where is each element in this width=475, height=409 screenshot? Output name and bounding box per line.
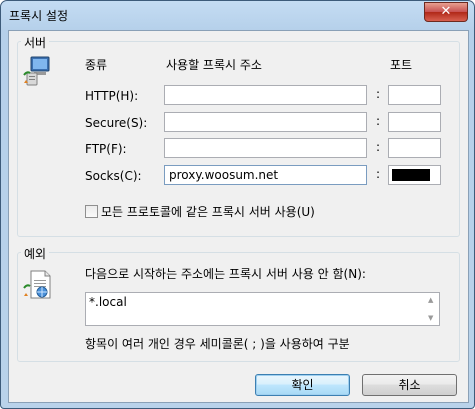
ftp-label: FTP(F):: [85, 142, 127, 156]
socks-address-input[interactable]: proxy.woosum.net: [164, 165, 367, 185]
port-header: 포트: [390, 58, 413, 72]
proxy-settings-window: 프록시 설정 ✕ 서버 종류 사용할 프록시 주소 포트 HTTP(H): : …: [0, 0, 475, 409]
document-globe-icon: [23, 270, 51, 299]
same-proxy-label[interactable]: 모든 프로토콜에 같은 프록시 서버 사용(U): [101, 203, 315, 220]
ftp-port-input[interactable]: [388, 138, 441, 158]
ok-button[interactable]: 확인: [255, 374, 350, 396]
window-title: 프록시 설정: [9, 9, 69, 23]
scroll-down-icon[interactable]: ▼: [428, 314, 433, 322]
secure-colon: :: [376, 114, 381, 128]
close-button[interactable]: ✕: [424, 2, 468, 22]
exceptions-instruction: 다음으로 시작하는 주소에는 프록시 서버 사용 안 함(N):: [85, 267, 366, 281]
cancel-button[interactable]: 취소: [362, 374, 457, 396]
servers-legend: 서버: [21, 34, 50, 51]
exceptions-textarea[interactable]: *.local ▲ ▼: [85, 292, 440, 326]
secure-label: Secure(S):: [85, 116, 148, 130]
http-address-input[interactable]: [164, 85, 367, 105]
exceptions-value: *.local: [89, 295, 127, 309]
same-proxy-checkbox[interactable]: [85, 205, 98, 218]
socks-port-input[interactable]: [388, 165, 441, 185]
http-label: HTTP(H):: [85, 89, 139, 103]
ftp-address-input[interactable]: [164, 138, 367, 158]
secure-address-input[interactable]: [164, 112, 367, 132]
secure-port-input[interactable]: [388, 112, 441, 132]
socks-label: Socks(C):: [85, 169, 142, 183]
http-colon: :: [376, 87, 381, 101]
socks-port-value: [392, 169, 430, 181]
socks-colon: :: [376, 167, 381, 181]
close-icon: ✕: [440, 4, 452, 19]
network-computer-icon: [23, 56, 50, 86]
dialog-client: 서버 종류 사용할 프록시 주소 포트 HTTP(H): : Secure(S)…: [8, 30, 469, 403]
exceptions-legend: 예외: [21, 245, 50, 262]
http-port-input[interactable]: [388, 85, 441, 105]
scroll-up-icon[interactable]: ▲: [428, 296, 433, 304]
address-header: 사용할 프록시 주소: [166, 58, 262, 72]
ftp-colon: :: [376, 140, 381, 154]
type-header: 종류: [85, 58, 108, 72]
exceptions-hint: 항목이 여러 개인 경우 세미콜론( ; )을 사용하여 구분: [85, 337, 350, 351]
exceptions-scrollbar[interactable]: ▲ ▼: [424, 293, 439, 325]
